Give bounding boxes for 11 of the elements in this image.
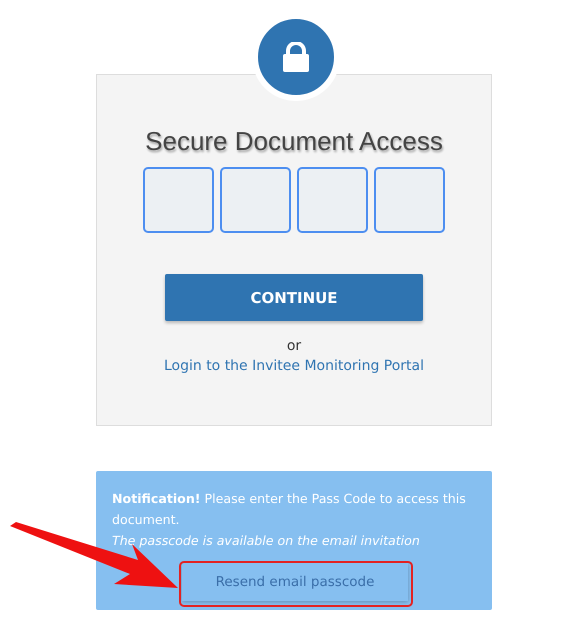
- resend-button[interactable]: Resend email passcode: [182, 563, 408, 601]
- pin-field[interactable]: [297, 167, 368, 233]
- pin-field[interactable]: [143, 167, 214, 233]
- passcode-note: The passcode is available on the email invitation: [112, 532, 421, 550]
- card-title: Secure Document Access: [145, 125, 443, 157]
- pin-field[interactable]: [374, 167, 445, 233]
- portal-link[interactable]: Login to the Invitee Monitoring Portal: [164, 358, 424, 374]
- or-separator: or: [286, 338, 302, 354]
- continue-button[interactable]: CONTINUE: [165, 274, 423, 321]
- notification-text: Notification! Please enter the Pass Code to access this document.: [112, 490, 467, 529]
- pin-field[interactable]: [220, 167, 291, 233]
